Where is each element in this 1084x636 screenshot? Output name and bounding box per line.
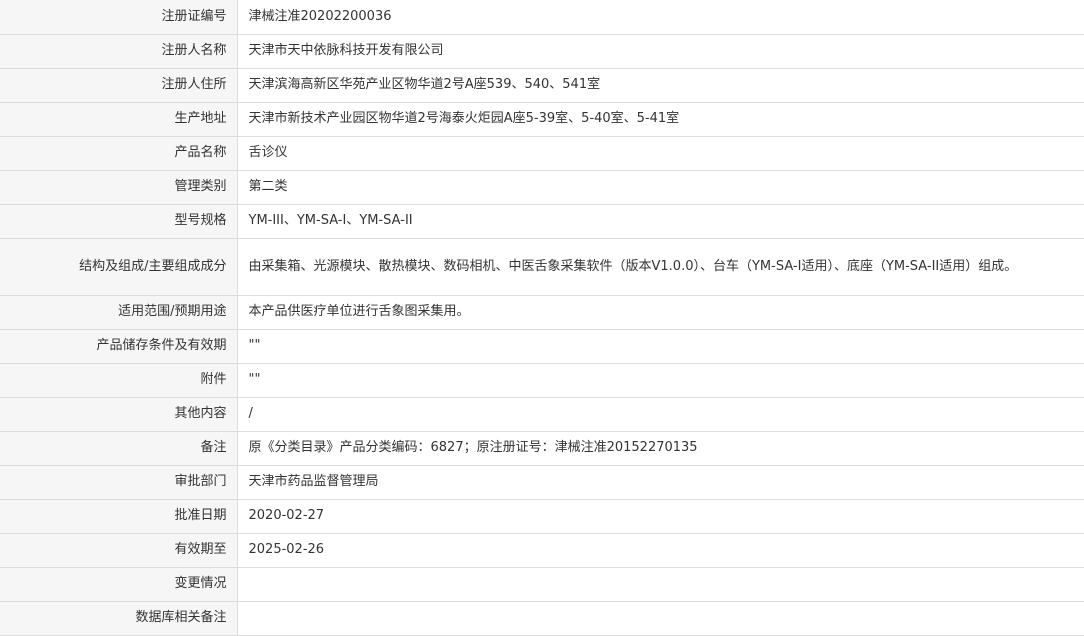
row-valid-until: 有效期至 2025-02-26 (0, 533, 1084, 568)
field-label: 变更情况 (0, 567, 238, 602)
field-value: 本产品供医疗单位进行舌象图采集用。 (237, 295, 1084, 330)
row-registration-number: 注册证编号 津械注准20202200036 (0, 0, 1084, 35)
field-label: 批准日期 (0, 499, 238, 534)
row-registrant-name: 注册人名称 天津市天中依脉科技开发有限公司 (0, 34, 1084, 69)
field-label: 生产地址 (0, 102, 238, 137)
row-change-history: 变更情况 (0, 567, 1084, 602)
field-label: 注册人住所 (0, 68, 238, 103)
field-value: "" (237, 329, 1084, 364)
field-label: 其他内容 (0, 397, 238, 432)
row-approval-date: 批准日期 2020-02-27 (0, 499, 1084, 534)
field-label: 注册人名称 (0, 34, 238, 69)
field-value: 天津滨海高新区华苑产业区物华道2号A座539、540、541室 (237, 68, 1084, 103)
field-value: / (237, 397, 1084, 432)
row-attachments: 附件 "" (0, 363, 1084, 398)
row-structure-composition: 结构及组成/主要组成成分 由采集箱、光源模块、散热模块、数码相机、中医舌象采集软… (0, 238, 1084, 296)
field-label: 备注 (0, 431, 238, 466)
field-value: 原《分类目录》产品分类编码：6827；原注册证号：津械注准20152270135 (237, 431, 1084, 466)
field-value: 2020-02-27 (237, 499, 1084, 534)
field-label: 有效期至 (0, 533, 238, 568)
field-value (237, 567, 1084, 602)
row-intended-use: 适用范围/预期用途 本产品供医疗单位进行舌象图采集用。 (0, 295, 1084, 330)
field-label: 适用范围/预期用途 (0, 295, 238, 330)
field-label: 产品名称 (0, 136, 238, 171)
field-value: 由采集箱、光源模块、散热模块、数码相机、中医舌象采集软件（版本V1.0.0）、台… (237, 238, 1084, 296)
field-label: 注册证编号 (0, 0, 238, 35)
field-label: 附件 (0, 363, 238, 398)
field-value: 天津市天中依脉科技开发有限公司 (237, 34, 1084, 69)
field-label: 管理类别 (0, 170, 238, 205)
row-remarks: 备注 原《分类目录》产品分类编码：6827；原注册证号：津械注准20152270… (0, 431, 1084, 466)
field-value: 第二类 (237, 170, 1084, 205)
row-production-address: 生产地址 天津市新技术产业园区物华道2号海泰火炬园A座5-39室、5-40室、5… (0, 102, 1084, 137)
field-label: 审批部门 (0, 465, 238, 500)
registration-detail-table: 注册证编号 津械注准20202200036 注册人名称 天津市天中依脉科技开发有… (0, 0, 1084, 636)
field-value: 2025-02-26 (237, 533, 1084, 568)
field-label: 结构及组成/主要组成成分 (0, 238, 238, 296)
field-value: 津械注准20202200036 (237, 0, 1084, 35)
field-value: 天津市新技术产业园区物华道2号海泰火炬园A座5-39室、5-40室、5-41室 (237, 102, 1084, 137)
row-other-content: 其他内容 / (0, 397, 1084, 432)
row-product-name: 产品名称 舌诊仪 (0, 136, 1084, 171)
row-storage-validity: 产品储存条件及有效期 "" (0, 329, 1084, 364)
field-value: 舌诊仪 (237, 136, 1084, 171)
row-model-specification: 型号规格 YM-III、YM-SA-I、YM-SA-II (0, 204, 1084, 239)
field-value: "" (237, 363, 1084, 398)
row-management-category: 管理类别 第二类 (0, 170, 1084, 205)
row-approval-department: 审批部门 天津市药品监督管理局 (0, 465, 1084, 500)
field-value: YM-III、YM-SA-I、YM-SA-II (237, 204, 1084, 239)
row-registrant-address: 注册人住所 天津滨海高新区华苑产业区物华道2号A座539、540、541室 (0, 68, 1084, 103)
field-label: 产品储存条件及有效期 (0, 329, 238, 364)
field-label: 型号规格 (0, 204, 238, 239)
field-value: 天津市药品监督管理局 (237, 465, 1084, 500)
